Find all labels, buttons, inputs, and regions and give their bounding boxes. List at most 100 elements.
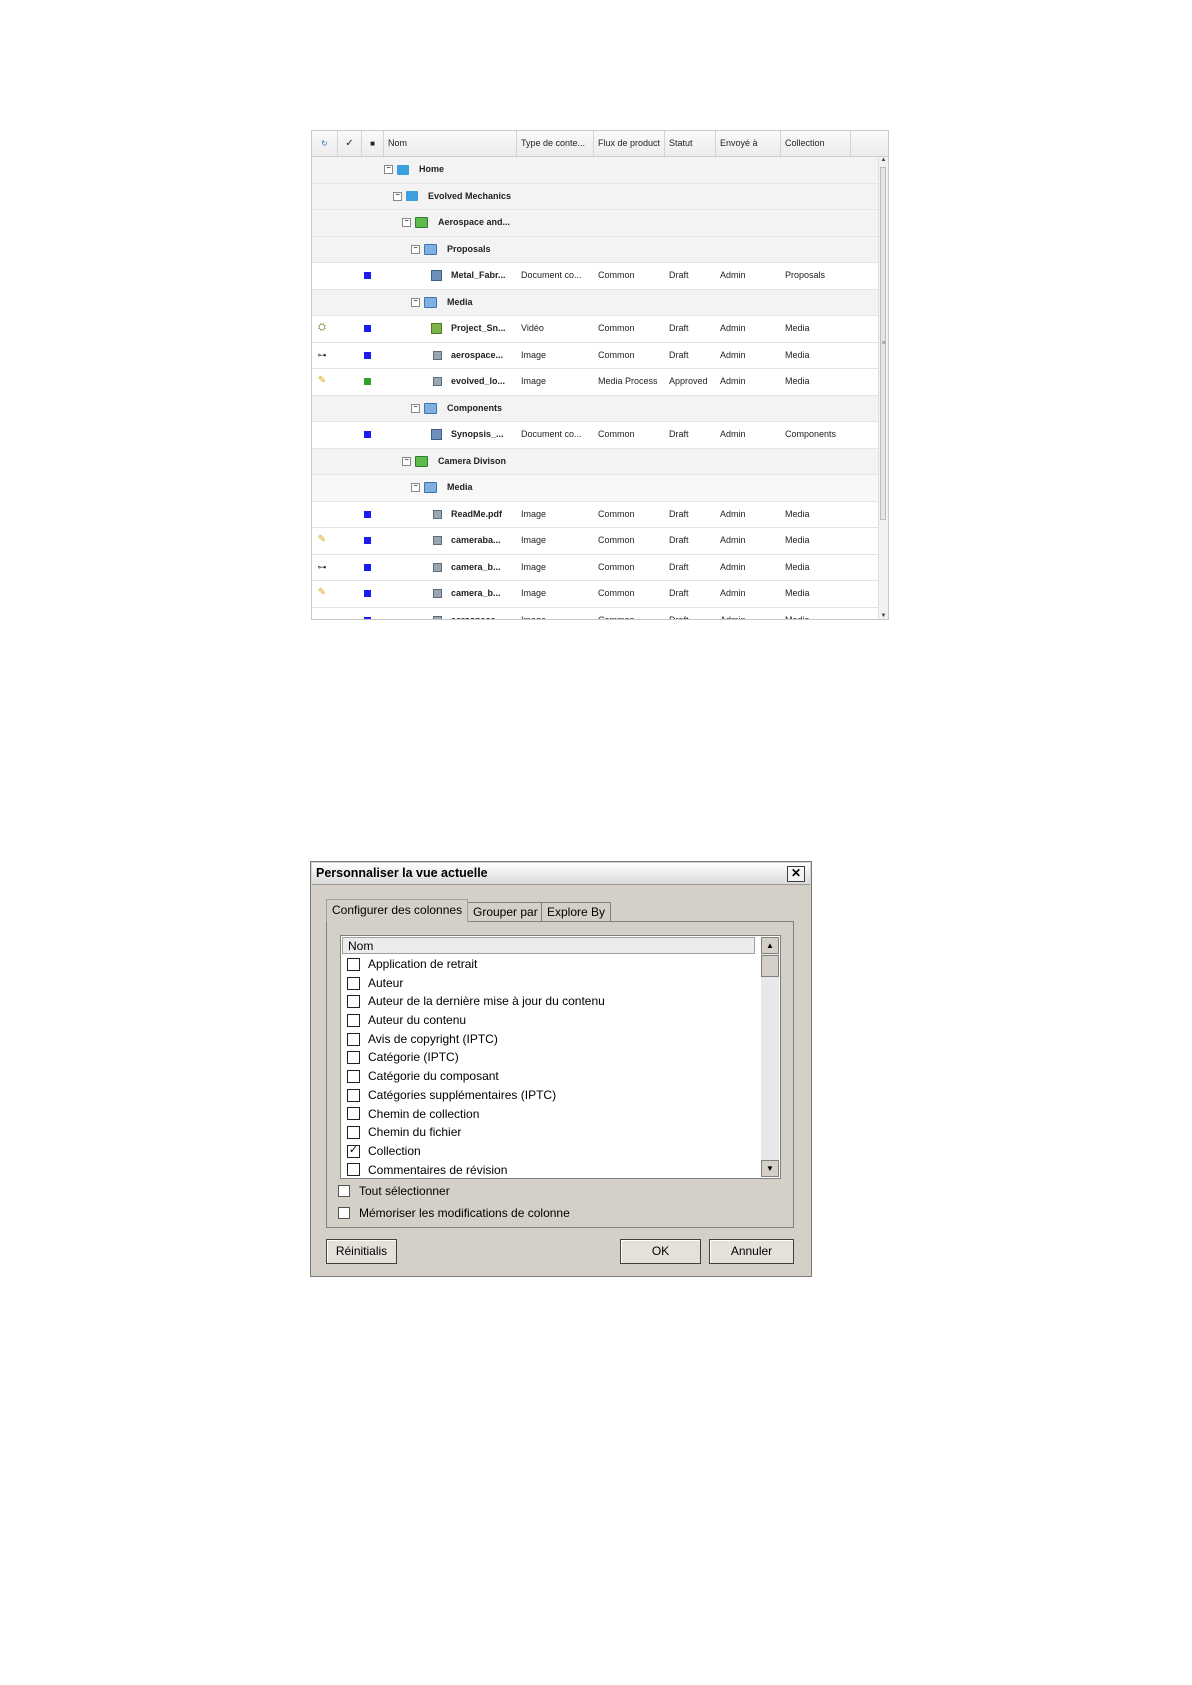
header-sync-icon[interactable]: ↻: [312, 131, 338, 156]
checkbox[interactable]: [347, 1126, 360, 1140]
tab-group-by[interactable]: Grouper par: [467, 902, 544, 921]
reset-button[interactable]: Réinitialis: [326, 1239, 397, 1264]
select-all-label: Tout sélectionner: [359, 1184, 450, 1198]
checkbox[interactable]: [347, 1088, 360, 1102]
checkbox[interactable]: [347, 1051, 360, 1065]
remember-changes-checkbox[interactable]: [338, 1207, 350, 1219]
list-item[interactable]: Auteur de la dernière mise à jour du con…: [347, 992, 755, 1011]
table-row[interactable]: − Components: [312, 395, 879, 422]
cell-statut: Draft: [669, 508, 689, 519]
row-name: aerospace...: [451, 614, 504, 620]
list-header-nom[interactable]: Nom: [342, 937, 755, 954]
cell-statut: Draft: [669, 588, 689, 598]
table-row[interactable]: Metal_Fabr... Document co... Common Draf…: [312, 263, 879, 290]
list-scrollbar[interactable]: ▲ ▼: [761, 937, 779, 1177]
list-item[interactable]: Catégories supplémentaires (IPTC): [347, 1086, 755, 1105]
table-row[interactable]: ReadMe.pdf Image Common Draft Admin Medi…: [312, 502, 879, 528]
checkbox[interactable]: [347, 1163, 360, 1177]
pin-icon[interactable]: ✎: [316, 375, 328, 387]
pin-icon[interactable]: ✎: [316, 534, 328, 546]
collapse-icon[interactable]: −: [411, 297, 420, 307]
table-row[interactable]: − Media: [312, 289, 879, 316]
list-item[interactable]: Application de retrait: [347, 955, 755, 974]
tab-configure-columns[interactable]: Configurer des colonnes: [326, 899, 469, 922]
table-row[interactable]: − Media: [312, 475, 879, 502]
scroll-down-arrow-icon[interactable]: ▼: [879, 613, 888, 619]
pin-icon[interactable]: ✎: [316, 587, 328, 599]
collapse-icon[interactable]: −: [411, 403, 420, 413]
cell-envoye: Admin: [720, 429, 746, 439]
table-row[interactable]: ⊶ camera_b... Image Common Draft Admin M…: [312, 555, 879, 581]
collapse-icon[interactable]: −: [411, 244, 420, 254]
table-row[interactable]: ✎ cameraba... Image Common Draft Admin M…: [312, 528, 879, 555]
select-all-checkbox[interactable]: [338, 1185, 350, 1197]
cell-flux: Common: [598, 429, 635, 439]
scroll-down-arrow-icon[interactable]: ▼: [761, 1160, 779, 1177]
collapse-icon[interactable]: −: [393, 191, 402, 201]
column-header-collection[interactable]: Collection: [781, 131, 851, 156]
cell-collection: Media: [785, 535, 810, 545]
list-item[interactable]: Commentaires de révision: [347, 1161, 755, 1178]
checkbox[interactable]: [347, 1107, 360, 1121]
table-row[interactable]: − Camera Divison: [312, 448, 879, 475]
collapse-icon[interactable]: −: [384, 165, 393, 174]
list-item[interactable]: Chemin du fichier: [347, 1123, 755, 1142]
header-check-icon[interactable]: ✓: [338, 131, 362, 156]
table-row[interactable]: ⊶ aerospace... Image Common Draft Admin …: [312, 343, 879, 369]
checkbox[interactable]: [347, 976, 360, 990]
collapse-icon[interactable]: −: [411, 483, 420, 492]
header-square-icon[interactable]: ■: [362, 131, 384, 156]
scrollbar-thumb[interactable]: [761, 955, 779, 977]
checkbox[interactable]: [347, 1069, 360, 1083]
close-icon[interactable]: ✕: [787, 866, 805, 882]
table-row[interactable]: aerospace... Image Common Draft Admin Me…: [312, 608, 879, 620]
column-header-type[interactable]: Type de conte...: [517, 131, 594, 156]
grid-vertical-scrollbar[interactable]: ▲ ≡ ▼: [878, 157, 888, 619]
select-all-option[interactable]: Tout sélectionner: [338, 1184, 450, 1198]
cell-statut: Draft: [669, 561, 689, 572]
table-row[interactable]: − Proposals: [312, 236, 879, 263]
remember-changes-option[interactable]: Mémoriser les modifications de colonne: [338, 1206, 570, 1220]
collapse-icon[interactable]: −: [402, 456, 411, 466]
table-row[interactable]: Synopsis_... Document co... Common Draft…: [312, 422, 879, 449]
column-header-flux[interactable]: Flux de product: [594, 131, 665, 156]
list-item[interactable]: Auteur: [347, 974, 755, 993]
scroll-up-arrow-icon[interactable]: ▲: [879, 157, 888, 163]
cancel-button[interactable]: Annuler: [709, 1239, 794, 1264]
document-icon: [431, 429, 442, 440]
collapse-icon[interactable]: −: [402, 218, 411, 227]
list-item[interactable]: Catégorie du composant: [347, 1067, 755, 1086]
checkbox[interactable]: [347, 957, 360, 971]
dialog-titlebar[interactable]: Personnaliser la vue actuelle ✕: [312, 863, 810, 885]
status-square-icon: [364, 590, 371, 597]
scroll-up-arrow-icon[interactable]: ▲: [761, 937, 779, 954]
table-row[interactable]: − Evolved Mechanics: [312, 183, 879, 210]
workflow-icon[interactable]: ⊶: [316, 349, 328, 361]
checkbox-checked[interactable]: ✓: [347, 1144, 360, 1158]
list-item[interactable]: Chemin de collection: [347, 1105, 755, 1124]
tab-panel: Nom Application de retrait Auteur Auteur…: [326, 921, 794, 1228]
table-row[interactable]: ⛭ Project_Sn... Vidéo Common Draft Admin…: [312, 316, 879, 343]
column-header-nom[interactable]: Nom: [384, 131, 517, 156]
column-header-envoye[interactable]: Envoyé à: [716, 131, 781, 156]
video-icon: [431, 323, 442, 334]
list-item[interactable]: ✓ Collection: [347, 1142, 755, 1161]
table-row[interactable]: ✎ camera_b... Image Common Draft Admin M…: [312, 581, 879, 608]
workflow-icon[interactable]: ⊶: [316, 561, 328, 573]
table-row[interactable]: − Home: [312, 157, 879, 184]
checkbox[interactable]: [347, 1032, 360, 1046]
tab-explore-by[interactable]: Explore By: [541, 902, 612, 921]
table-row[interactable]: − Aerospace and...: [312, 210, 879, 237]
table-row[interactable]: ✎ evolved_lo... Image Media Process Appr…: [312, 369, 879, 396]
checkbox[interactable]: [347, 995, 360, 1009]
list-item-label: Catégorie (IPTC): [368, 1050, 459, 1065]
row-name: Media: [447, 482, 473, 492]
checkbox[interactable]: [347, 1013, 360, 1027]
tag-icon[interactable]: ⛭: [316, 322, 328, 334]
list-item[interactable]: Catégorie (IPTC): [347, 1048, 755, 1067]
ok-button[interactable]: OK: [620, 1239, 701, 1264]
list-item[interactable]: Auteur du contenu: [347, 1011, 755, 1030]
cell-type: Document co...: [521, 429, 582, 439]
list-item[interactable]: Avis de copyright (IPTC): [347, 1030, 755, 1049]
column-header-statut[interactable]: Statut: [665, 131, 716, 156]
